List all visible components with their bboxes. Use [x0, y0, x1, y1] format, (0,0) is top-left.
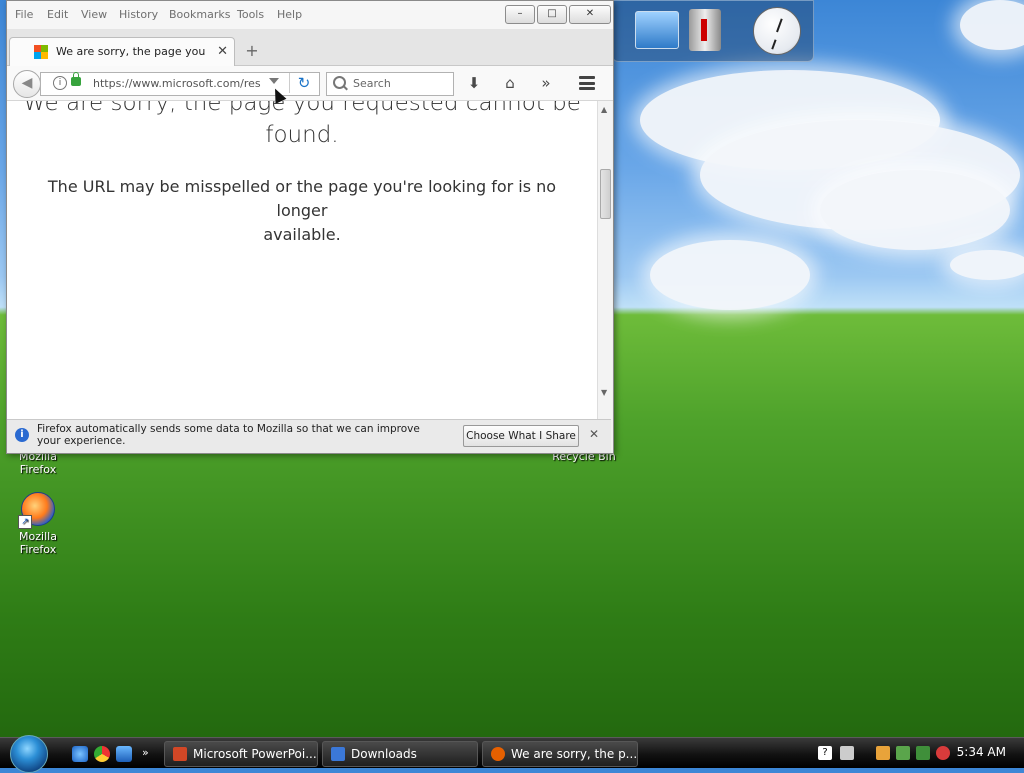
navigation-toolbar: ◀ i https://www.microsoft.com/resour ↻ S…: [7, 66, 613, 101]
taskbar-clock[interactable]: 5:34 AM: [957, 745, 1006, 759]
taskbar-button-powerpoint[interactable]: Microsoft PowerPoi...: [164, 741, 318, 767]
firefox-icon: [491, 747, 505, 761]
lock-icon: [71, 72, 81, 86]
tab-strip: We are sorry, the page you r... ✕ +: [7, 29, 613, 66]
heading-line-2: found.: [265, 122, 339, 148]
back-button[interactable]: ◀: [13, 70, 41, 98]
internet-explorer-icon[interactable]: [72, 746, 88, 762]
menu-tools[interactable]: Tools: [237, 8, 264, 21]
dropdown-icon[interactable]: [269, 78, 279, 84]
taskbar-button-label: Downloads: [351, 747, 417, 761]
minimize-button[interactable]: –: [505, 5, 535, 24]
message-line-1: The URL may be misspelled or the page yo…: [47, 177, 557, 220]
taskbar: » Microsoft PowerPoi... Downloads We are…: [0, 735, 1024, 773]
search-input[interactable]: Search: [326, 72, 454, 96]
scroll-up-icon[interactable]: ▲: [601, 105, 607, 114]
menu-view[interactable]: View: [81, 8, 107, 21]
system-tray: ? 5:34 AM: [812, 738, 1024, 768]
menu-bookmarks[interactable]: Bookmarks: [169, 8, 230, 21]
firefox-window: File Edit View History Bookmarks Tools H…: [6, 0, 614, 454]
blocked-tray-icon[interactable]: [936, 746, 950, 760]
menu-edit[interactable]: Edit: [47, 8, 68, 21]
tab-title: We are sorry, the page you r...: [56, 45, 206, 58]
home-icon[interactable]: ⌂: [499, 73, 521, 93]
microsoft-favicon-icon: [34, 45, 48, 59]
page-heading: We are sorry, the page you requested can…: [7, 101, 597, 151]
close-window-button[interactable]: ✕: [569, 5, 611, 24]
powerpoint-icon: [173, 747, 187, 761]
taskbar-button-label: We are sorry, the p...: [511, 747, 638, 761]
info-icon[interactable]: i: [53, 76, 67, 90]
volume-icon[interactable]: [840, 746, 854, 760]
download-icon[interactable]: ⬇: [463, 73, 485, 93]
menu-file[interactable]: File: [15, 8, 33, 21]
quick-launch-overflow-icon[interactable]: »: [142, 746, 158, 762]
taskbar-button-label: Microsoft PowerPoi...: [193, 747, 317, 761]
heading-line-1: We are sorry, the page you requested can…: [23, 101, 581, 116]
notification-bar: i Firefox automatically sends some data …: [7, 419, 611, 453]
help-icon[interactable]: ?: [818, 746, 832, 760]
tab-close-icon[interactable]: ✕: [217, 44, 228, 59]
tab-active[interactable]: We are sorry, the page you r... ✕: [9, 37, 235, 66]
info-circle-icon: i: [15, 428, 29, 442]
url-text[interactable]: https://www.microsoft.com/resour: [93, 77, 261, 90]
network-gadget[interactable]: [635, 11, 679, 49]
menu-bar: File Edit View History Bookmarks Tools H…: [7, 1, 613, 29]
vertical-scrollbar[interactable]: ▲ ▼: [597, 101, 612, 419]
update-tray-icon[interactable]: [916, 746, 930, 760]
maximize-button[interactable]: □: [537, 5, 567, 24]
chrome-icon[interactable]: [94, 746, 110, 762]
start-button[interactable]: [10, 735, 48, 773]
page-content: We are sorry, the page you requested can…: [7, 101, 597, 419]
search-icon: [333, 76, 346, 89]
page-message: The URL may be misspelled or the page yo…: [27, 175, 577, 247]
menu-icon[interactable]: [579, 76, 595, 90]
overflow-icon[interactable]: »: [535, 73, 557, 93]
menu-history[interactable]: History: [119, 8, 158, 21]
reload-button[interactable]: ↻: [289, 73, 318, 93]
menu-help[interactable]: Help: [277, 8, 302, 21]
taskbar-button-firefox[interactable]: We are sorry, the p...: [482, 741, 638, 767]
back-icon: ◀: [21, 75, 33, 91]
search-placeholder: Search: [353, 77, 391, 90]
folder-icon: [331, 747, 345, 761]
firefox-icon: ↗: [18, 492, 55, 529]
reload-icon: ↻: [297, 74, 311, 92]
desktop-icon-label: Mozilla Firefox: [19, 530, 57, 556]
close-notification-icon[interactable]: ✕: [589, 427, 599, 441]
notification-text: Firefox automatically sends some data to…: [37, 423, 420, 447]
new-tab-button[interactable]: +: [243, 42, 261, 60]
recycle-bin-gadget[interactable]: [689, 9, 721, 51]
network-tray-icon[interactable]: [876, 746, 890, 760]
sidebar-gadgets: [612, 0, 814, 62]
choose-what-i-share-button[interactable]: Choose What I Share: [463, 425, 579, 447]
desktop-icon-firefox[interactable]: ↗ Mozilla Firefox: [2, 492, 74, 556]
scroll-down-icon[interactable]: ▼: [601, 388, 607, 397]
show-desktop-icon[interactable]: [116, 746, 132, 762]
security-tray-icon[interactable]: [896, 746, 910, 760]
scroll-thumb[interactable]: [600, 169, 611, 219]
taskbar-button-downloads[interactable]: Downloads: [322, 741, 478, 767]
message-line-2: available.: [263, 225, 341, 244]
clock-gadget[interactable]: [753, 7, 801, 55]
